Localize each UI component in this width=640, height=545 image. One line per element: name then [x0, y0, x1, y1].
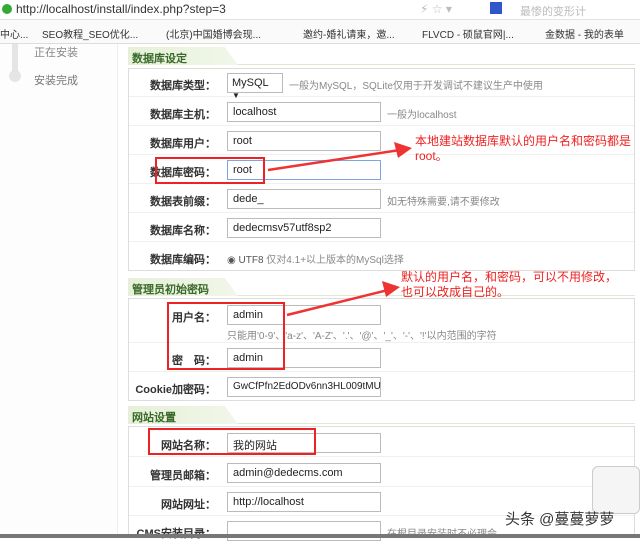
arrow-line [286, 288, 389, 317]
watermark: 头条 @蔓蔓萝萝 [505, 511, 615, 528]
annotation-note-2: 默认的用户名，和密码，可以不用修改， 也可以改成自己的。 [401, 270, 618, 299]
arrow-line [267, 148, 401, 172]
arrow-head [394, 142, 412, 158]
floating-widget[interactable] [592, 466, 640, 514]
annotation-arrows [267, 142, 412, 317]
annotation-note-1: 本地建站数据库默认的用户名和密码都是 root。 [415, 134, 632, 163]
arrow-head [382, 281, 400, 297]
